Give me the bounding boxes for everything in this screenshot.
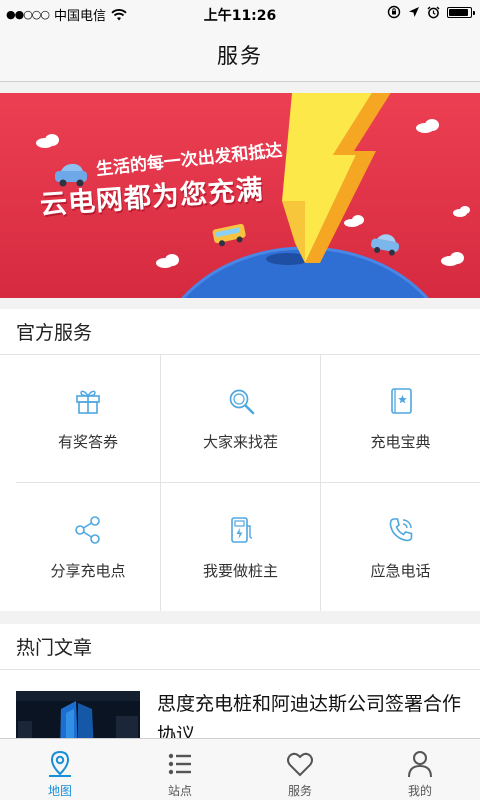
nav-bar: 服务 — [0, 28, 480, 82]
tab-map[interactable]: 地图 — [0, 739, 120, 800]
service-label: 大家来找茬 — [202, 433, 278, 451]
service-item-emergency-call[interactable]: 应急电话 — [321, 483, 480, 611]
tab-bar: 地图 站点 服务 我的 — [0, 738, 480, 800]
tab-stations[interactable]: 站点 — [120, 739, 240, 800]
location-arrow-icon — [409, 7, 419, 17]
hot-articles-section: 热门文章 思度充电桩和阿迪达斯公司签署合作协议 — [0, 624, 480, 738]
heart-icon — [287, 752, 313, 777]
services-grid: 有奖答券 大家来找茬 充电宝典 分享充电点 我要做桩主 应急电话 — [16, 355, 480, 611]
person-icon — [408, 751, 432, 778]
service-screen: ●●○○○ 中国电信 上午11:26 服务 生活的每一次出发和抵达 云电网都为您… — [0, 0, 480, 800]
service-label: 我要做桩主 — [202, 561, 278, 580]
tab-services[interactable]: 服务 — [240, 739, 360, 800]
tab-label: 我的 — [407, 784, 432, 798]
gift-icon — [76, 390, 100, 414]
tab-label: 站点 — [167, 784, 192, 798]
status-bar: ●●○○○ 中国电信 上午11:26 — [0, 0, 480, 28]
official-services-title: 官方服务 — [0, 309, 480, 355]
promo-banner[interactable]: 生活的每一次出发和抵达 云电网都为您充满 — [0, 93, 480, 298]
tab-label: 地图 — [47, 784, 72, 798]
status-right — [387, 5, 475, 19]
page-title: 服务 — [217, 43, 263, 68]
article-thumbnail — [16, 691, 140, 738]
book-icon — [390, 388, 412, 414]
battery-level — [449, 8, 468, 16]
official-services-section: 官方服务 有奖答券 大家来找茬 充电宝典 分享充电点 我要做桩主 应急电话 — [0, 309, 480, 611]
article-item[interactable]: 思度充电桩和阿迪达斯公司签署合作协议 — [16, 691, 480, 738]
service-label: 分享充电点 — [50, 561, 126, 580]
hot-articles-title: 热门文章 — [0, 624, 480, 670]
article-title: 思度充电桩和阿迪达斯公司签署合作协议 — [157, 693, 462, 738]
tab-profile[interactable]: 我的 — [360, 739, 480, 800]
service-item-become-owner[interactable]: 我要做桩主 — [161, 483, 321, 611]
charging-pile-icon — [230, 516, 252, 543]
service-item-find-fault[interactable]: 大家来找茬 — [161, 355, 321, 483]
service-label: 充电宝典 — [370, 433, 431, 451]
tab-label: 服务 — [287, 784, 312, 798]
orientation-lock-icon — [387, 5, 401, 19]
battery-icon — [447, 6, 475, 18]
service-item-prize-quiz[interactable]: 有奖答券 — [16, 355, 161, 483]
map-pin-icon — [49, 750, 71, 777]
list-icon — [168, 753, 191, 775]
service-label: 有奖答券 — [57, 433, 118, 451]
phone-icon — [389, 517, 412, 541]
alarm-icon — [427, 6, 440, 18]
magnifier-icon — [229, 389, 254, 415]
share-icon — [75, 515, 100, 544]
service-label: 应急电话 — [370, 561, 431, 580]
service-item-charging-guide[interactable]: 充电宝典 — [321, 355, 480, 483]
service-item-share-station[interactable]: 分享充电点 — [16, 483, 161, 611]
